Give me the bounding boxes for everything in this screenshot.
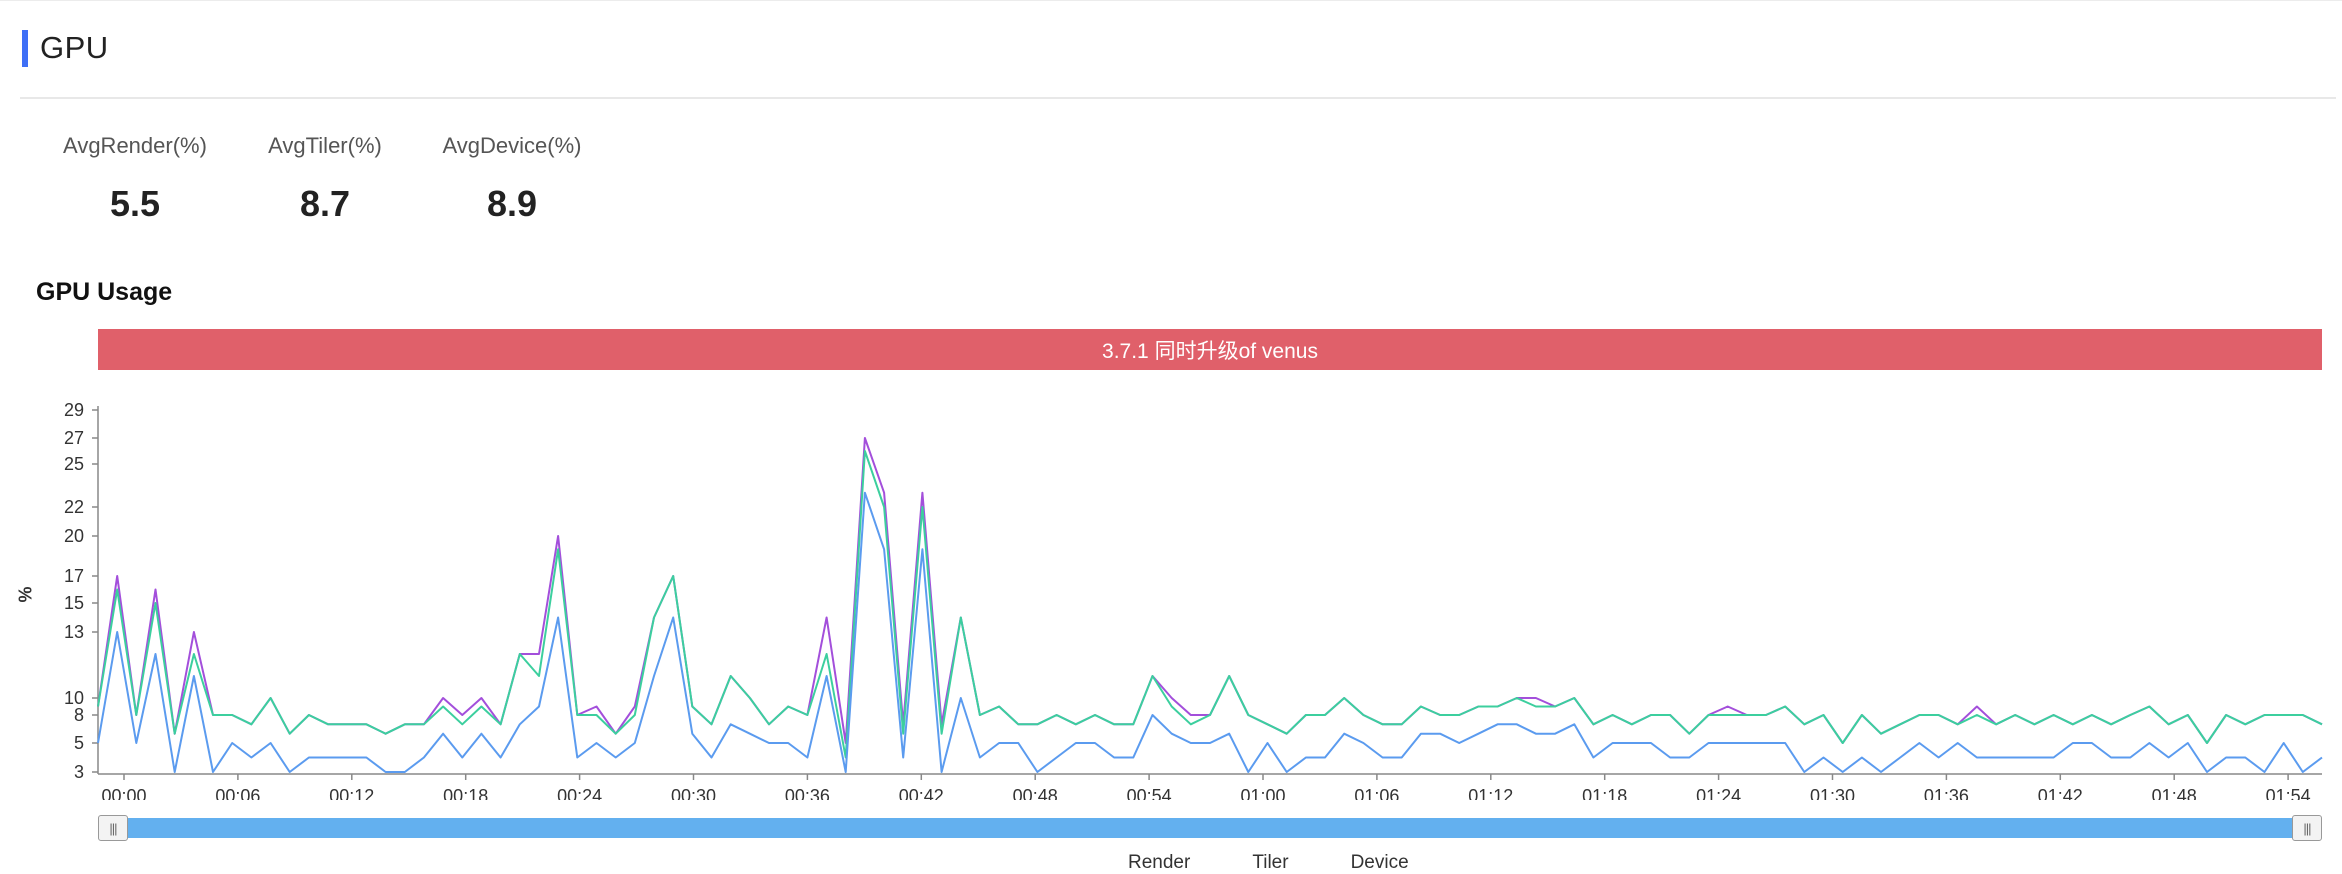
zoom-slider-track[interactable]: [110, 818, 2308, 838]
stat-avg-render: AvgRender(%) 5.5: [62, 133, 208, 225]
stat-label: AvgDevice(%): [442, 133, 582, 158]
x-tick-label: 00:12: [329, 786, 374, 800]
x-tick-label: 01:00: [1240, 786, 1285, 800]
series-line-render: [97, 491, 2323, 773]
y-tick-label: 22: [64, 497, 84, 517]
stat-avg-tiler: AvgTiler(%) 8.7: [265, 133, 385, 225]
y-tick-label: 25: [64, 454, 84, 474]
y-tick-label: 5: [74, 733, 84, 753]
x-tick-label: 00:30: [671, 786, 716, 800]
x-tick-label: 01:12: [1468, 786, 1513, 800]
stat-value: 8.9: [486, 183, 538, 224]
y-tick-label: 27: [64, 428, 84, 448]
zoom-slider-end-handle[interactable]: |||: [2292, 815, 2322, 841]
x-tick-label: 01:06: [1354, 786, 1399, 800]
grip-icon: |||: [2303, 820, 2311, 836]
stat-label: AvgTiler(%): [268, 133, 382, 158]
version-annotation-banner: 3.7.1 同时升级of venus: [98, 329, 2322, 370]
x-tick-label: 00:06: [215, 786, 260, 800]
gpu-usage-chart: 358101315172022252729 00:00 00:06 00:12 00:…: [64, 400, 2323, 800]
y-tick-label: 29: [64, 400, 84, 420]
y-tick-label: 15: [64, 593, 84, 613]
x-tick-label: 00:54: [1127, 786, 1172, 800]
series-line-device: [97, 437, 2323, 744]
y-tick-label: 10: [64, 688, 84, 708]
x-tick-label: 00:24: [557, 786, 602, 800]
grip-icon: |||: [109, 820, 117, 836]
x-tick-label: 00:42: [899, 786, 944, 800]
legend-item-tiler[interactable]: Tiler: [1252, 852, 1288, 874]
x-tick-label: 01:48: [2152, 786, 2197, 800]
stat-avg-device: AvgDevice(%) 8.9: [441, 133, 583, 225]
y-tick-label: 3: [74, 762, 84, 782]
chart-legend: Render Tiler Device: [1128, 852, 1409, 874]
legend-item-render[interactable]: Render: [1128, 852, 1190, 874]
x-tick-label: 00:48: [1013, 786, 1058, 800]
section-header: GPU: [22, 28, 109, 68]
section-title: GPU: [40, 30, 109, 65]
x-tick-label: 00:36: [785, 786, 830, 800]
stat-value: 5.5: [109, 183, 161, 224]
x-tick-label: 01:42: [2038, 786, 2083, 800]
x-tick-label: 01:54: [2266, 786, 2311, 800]
y-tick-label: 17: [64, 566, 84, 586]
y-tick-label: 20: [64, 526, 84, 546]
x-axis: 00:00 00:06 00:12 00:18 00:24 00:30 00:36 00:42…: [98, 773, 2322, 800]
y-axis: 3 5 810 13 15 17 20 22 25 27 29: [64, 400, 99, 782]
top-rule: [0, 0, 2342, 1]
y-tick-label: 8: [74, 705, 84, 725]
x-tick-label: 01:36: [1924, 786, 1969, 800]
header-divider: [20, 97, 2336, 99]
x-tick-label: 01:24: [1696, 786, 1741, 800]
series-lines: [97, 437, 2323, 773]
banner-text: 3.7.1 同时升级of venus: [1102, 339, 1318, 363]
x-tick-label: 01:30: [1810, 786, 1855, 800]
stat-value: 8.7: [299, 183, 351, 224]
legend-item-device[interactable]: Device: [1351, 852, 1409, 874]
stat-label: AvgRender(%): [63, 133, 207, 158]
x-tick-label: 01:18: [1582, 786, 1627, 800]
y-tick-label: 13: [64, 622, 84, 642]
x-tick-label: 00:18: [443, 786, 488, 800]
series-line-tiler: [97, 450, 2323, 759]
x-tick-label: 00:00: [101, 786, 146, 800]
chart-title: GPU Usage: [36, 278, 173, 306]
zoom-slider-start-handle[interactable]: |||: [98, 815, 128, 841]
section-accent-bar: [22, 29, 28, 67]
